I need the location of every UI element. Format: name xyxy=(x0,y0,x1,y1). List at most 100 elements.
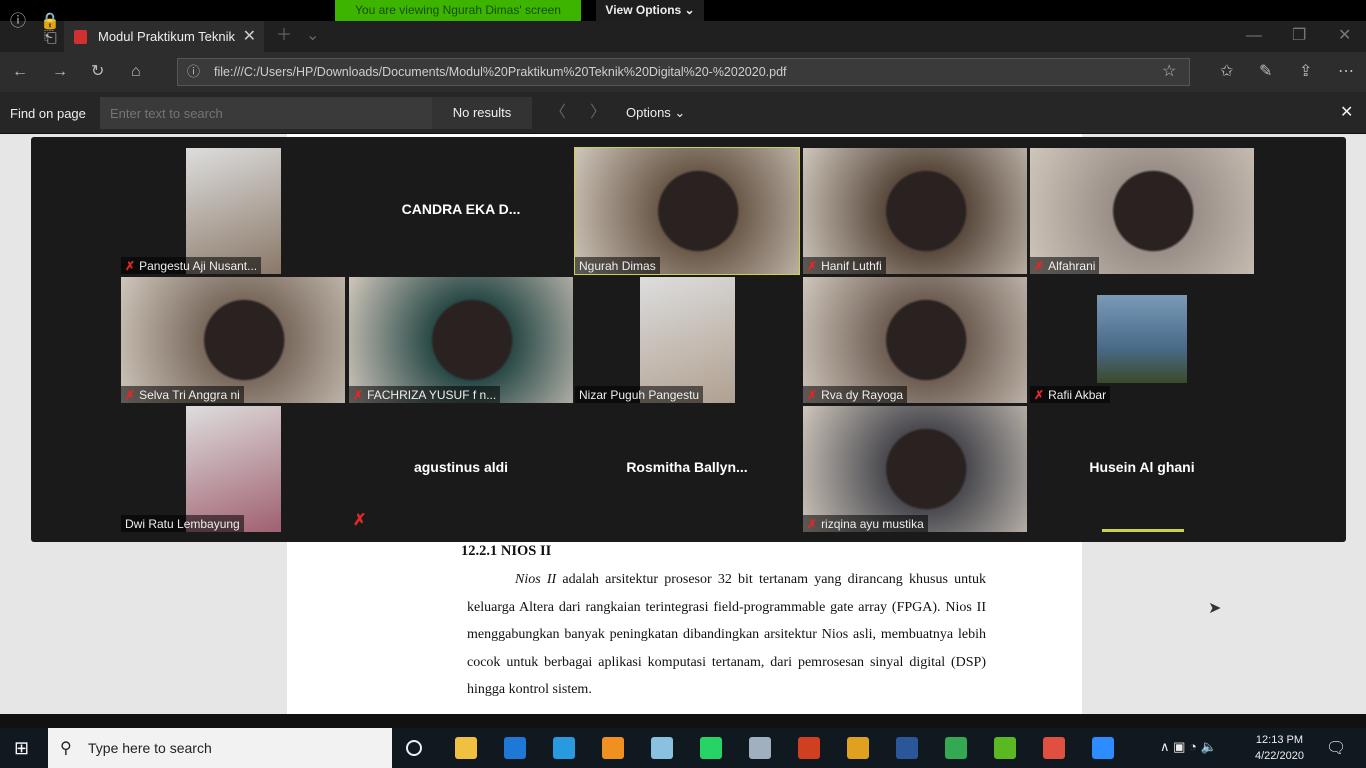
maximize-icon[interactable]: ❐ xyxy=(1292,26,1306,46)
view-options-button[interactable]: View Options ⌄ xyxy=(596,0,704,21)
refresh-icon[interactable]: ↻ xyxy=(91,62,104,82)
participant-video xyxy=(349,277,573,403)
date: 4/22/2020 xyxy=(1255,750,1304,762)
participant-name: agustinus aldi xyxy=(413,459,509,475)
muted-mic-icon: ✗ xyxy=(1034,388,1045,402)
sublime-text-icon[interactable] xyxy=(602,737,624,759)
participant-name-text: rizqina ayu mustika xyxy=(821,517,924,531)
participant-name: ✗ rizqina ayu mustika xyxy=(803,515,928,532)
zoom-icon[interactable] xyxy=(1092,737,1114,759)
participant-tile[interactable]: Husein Al ghani xyxy=(1030,406,1254,532)
tab-actions-icon[interactable]: ⎗ xyxy=(44,28,57,48)
close-window-icon[interactable]: ✕ xyxy=(1338,26,1351,46)
forward-icon[interactable]: → xyxy=(52,62,68,82)
participant-name: Husein Al ghani xyxy=(1089,459,1195,475)
notifications-icon[interactable]: 🗨 xyxy=(1326,738,1346,758)
task-view-icon[interactable] xyxy=(406,740,422,756)
pen-icon[interactable]: ✎ xyxy=(1259,62,1272,82)
find-input[interactable] xyxy=(100,97,432,129)
italic-term: Nios II xyxy=(515,572,557,587)
participant-name: Dwi Ratu Lembayung xyxy=(121,515,244,532)
powerpoint-icon[interactable] xyxy=(798,737,820,759)
camtasia-red-icon[interactable] xyxy=(1043,737,1065,759)
find-next-icon[interactable]: 〉 xyxy=(590,103,606,123)
participant-tile[interactable]: ✗ Rafii Akbar xyxy=(1030,277,1254,403)
clock[interactable]: 12:13 PM 4/22/2020 xyxy=(1255,732,1304,764)
file-explorer-icon[interactable] xyxy=(455,737,477,759)
taskbar-overlay xyxy=(0,714,1366,728)
close-find-icon[interactable]: ✕ xyxy=(1340,103,1353,123)
participant-name: Nizar Puguh Pangestu xyxy=(575,386,704,403)
participant-name-text: Rafii Akbar xyxy=(1048,388,1107,402)
find-options-button[interactable]: Options ⌄ xyxy=(626,105,685,121)
participant-name: ✗ Alfahrani xyxy=(1030,257,1100,274)
tab-modul-praktikum[interactable]: Modul Praktikum Teknik ✕ xyxy=(64,21,264,52)
taskbar-search[interactable]: Type here to search xyxy=(48,728,392,768)
share-icon[interactable]: ⇪ xyxy=(1299,62,1312,82)
participant-video xyxy=(803,148,1027,274)
participant-tile[interactable]: Dwi Ratu Lembayung xyxy=(121,406,345,532)
internet-explorer-icon[interactable] xyxy=(553,737,575,759)
site-info-icon[interactable]: ⓘ xyxy=(187,62,200,82)
participant-name-text: Selva Tri Anggra ni xyxy=(139,388,240,402)
section-heading: 12.2.1 NIOS II xyxy=(461,543,552,559)
whatsapp-icon[interactable] xyxy=(700,737,722,759)
back-icon[interactable]: ← xyxy=(12,62,28,82)
tab-title: Modul Praktikum Teknik xyxy=(98,29,236,44)
word-icon[interactable] xyxy=(896,737,918,759)
participant-name-text: FACHRIZA YUSUF f n... xyxy=(367,388,497,402)
participant-tile[interactable]: ✗ FACHRIZA YUSUF f n... xyxy=(349,277,573,403)
new-tab-icon[interactable]: ＋ xyxy=(276,26,292,46)
app-icon[interactable] xyxy=(749,737,771,759)
notes-icon[interactable] xyxy=(651,737,673,759)
close-tab-icon[interactable]: ✕ xyxy=(243,21,256,52)
document-content: 12.2.1 NIOS II Nios II adalah arsitektur… xyxy=(461,543,986,704)
info-icon: ⓘ xyxy=(10,13,27,30)
chrome-profile-icon[interactable] xyxy=(945,737,967,759)
participant-tile[interactable]: Nizar Puguh Pangestu xyxy=(575,277,799,403)
search-placeholder: Type here to search xyxy=(88,740,212,756)
participant-tile[interactable]: ✗ Hanif Luthfi xyxy=(803,148,1027,274)
participant-tile[interactable]: ✗ rizqina ayu mustika xyxy=(803,406,1027,532)
participant-tile[interactable]: Ngurah Dimas xyxy=(574,147,800,275)
chrome-icon[interactable] xyxy=(847,737,869,759)
pdf-icon xyxy=(74,30,87,44)
participant-video xyxy=(186,406,281,532)
muted-mic-icon: ✗ xyxy=(125,259,136,273)
participant-tile[interactable]: ✗ Pangestu Aji Nusant... xyxy=(121,148,345,274)
minimize-icon[interactable]: — xyxy=(1246,26,1262,46)
participant-tile[interactable]: ✗ Selva Tri Anggra ni xyxy=(121,277,345,403)
participant-name: Rosmitha Ballyn... xyxy=(626,459,748,475)
participant-name-text: Nizar Puguh Pangestu xyxy=(579,388,700,402)
windows-start-icon[interactable]: ⊞ xyxy=(14,738,29,759)
participant-video xyxy=(640,277,735,403)
camtasia-green-icon[interactable] xyxy=(994,737,1016,759)
muted-mic-icon: ✗ xyxy=(807,388,818,402)
participant-video xyxy=(186,148,281,274)
home-icon[interactable]: ⌂ xyxy=(131,62,141,82)
participant-name: ✗ Rafii Akbar xyxy=(1030,386,1111,403)
paragraph-text: adalah arsitektur prosesor 32 bit tertan… xyxy=(467,572,987,698)
participant-tile[interactable]: ✗ Alfahrani xyxy=(1030,148,1254,274)
more-icon[interactable]: ⋯ xyxy=(1338,62,1354,82)
participant-name: ✗ Rva dy Rayoga xyxy=(803,386,908,403)
viewing-banner: You are viewing Ngurah Dimas' screen xyxy=(335,0,581,21)
find-previous-icon[interactable]: 〈 xyxy=(550,103,566,123)
participant-name-text: Rva dy Rayoga xyxy=(821,388,904,402)
address-bar[interactable]: file:///C:/Users/HP/Downloads/Documents/… xyxy=(177,58,1190,86)
participant-tile[interactable]: agustinus aldi ✗ xyxy=(349,406,573,532)
participant-tile[interactable]: ✗ Rva dy Rayoga xyxy=(803,277,1027,403)
favorites-icon[interactable]: ✩ xyxy=(1220,62,1233,82)
participant-tile[interactable]: CANDRA EKA D... xyxy=(349,148,573,274)
time: 12:13 PM xyxy=(1255,734,1304,746)
participant-video xyxy=(1097,295,1187,383)
participant-tile[interactable]: Rosmitha Ballyn... xyxy=(575,406,799,532)
participant-name: ✗ Hanif Luthfi xyxy=(803,257,886,274)
chevron-down-icon[interactable]: ⌄ xyxy=(306,26,319,46)
participant-video xyxy=(575,148,799,274)
edge-icon[interactable] xyxy=(504,737,526,759)
favorite-star-icon[interactable]: ☆ xyxy=(1162,62,1176,82)
muted-mic-icon: ✗ xyxy=(807,259,818,273)
muted-mic-icon: ✗ xyxy=(1034,259,1045,273)
system-tray-icons[interactable]: ∧ ▣ ◔ 🔈 xyxy=(1160,739,1217,755)
